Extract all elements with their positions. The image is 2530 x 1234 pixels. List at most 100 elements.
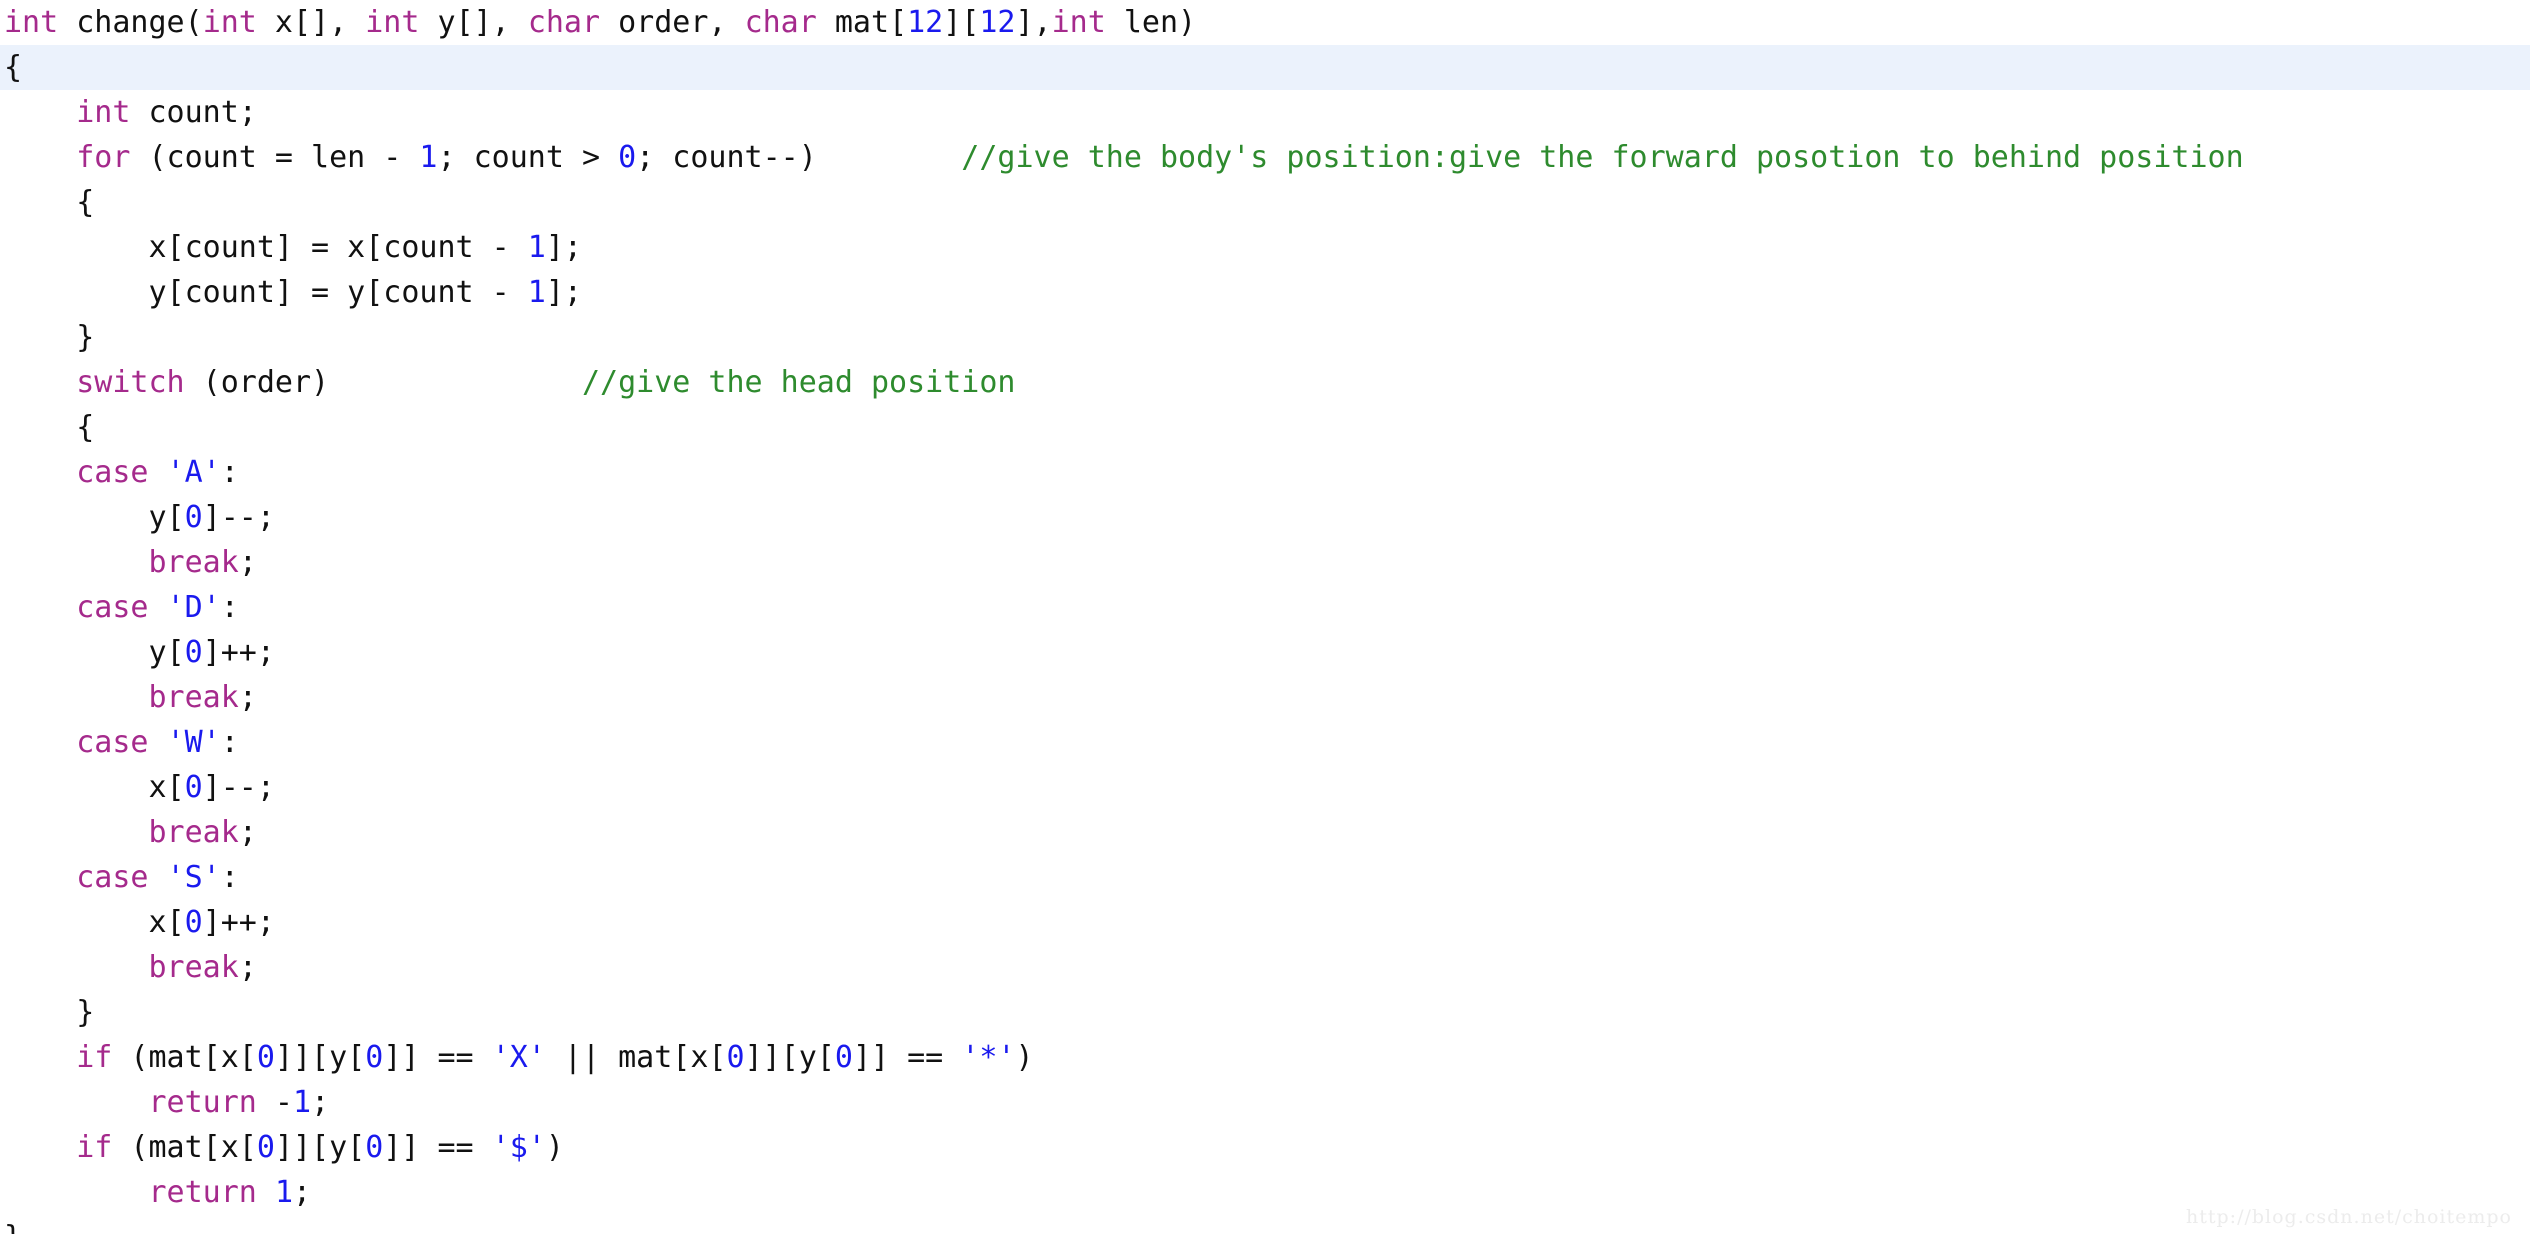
- code-line[interactable]: y[count] = y[count - 1];: [0, 270, 2530, 315]
- code-line[interactable]: }: [0, 1215, 2530, 1234]
- code-token-kw: int: [76, 95, 131, 130]
- code-line[interactable]: if (mat[x[0]][y[0]] == '$'): [0, 1125, 2530, 1170]
- code-token-kw: case: [76, 455, 149, 490]
- code-token-kw: break: [148, 815, 239, 850]
- code-token-pln: ];: [545, 230, 582, 265]
- code-token-pln: {: [4, 50, 23, 85]
- code-token-pln: (mat[x[: [112, 1130, 257, 1165]
- code-token-pln: [149, 455, 167, 490]
- code-line[interactable]: {: [0, 180, 2530, 225]
- code-line[interactable]: x[0]++;: [0, 900, 2530, 945]
- code-token-pln: }: [4, 1220, 22, 1234]
- code-token-pln: ]--;: [202, 500, 275, 535]
- code-token-pln: [4, 725, 76, 760]
- code-token-pln: x[: [4, 770, 185, 805]
- code-line[interactable]: {: [0, 405, 2530, 450]
- code-token-kw: case: [76, 590, 149, 625]
- code-token-pln: ): [1015, 1040, 1034, 1075]
- code-line[interactable]: y[0]--;: [0, 495, 2530, 540]
- code-line[interactable]: case 'S':: [0, 855, 2530, 900]
- code-screenshot: int change(int x[], int y[], char order,…: [0, 0, 2530, 1234]
- code-line[interactable]: x[0]--;: [0, 765, 2530, 810]
- code-token-kw: if: [76, 1130, 113, 1165]
- code-token-pln: :: [220, 590, 239, 625]
- code-line[interactable]: return 1;: [0, 1170, 2530, 1215]
- code-token-pln: (mat[x[: [112, 1040, 257, 1075]
- code-line[interactable]: int count;: [0, 90, 2530, 135]
- code-token-pln: || mat[x[: [545, 1040, 727, 1075]
- code-token-pln: [4, 140, 76, 175]
- code-line[interactable]: case 'W':: [0, 720, 2530, 765]
- code-token-pln: ;: [293, 1175, 312, 1210]
- code-line[interactable]: break;: [0, 945, 2530, 990]
- code-token-pln: x[: [4, 905, 185, 940]
- code-token-pln: y[],: [419, 5, 528, 40]
- code-token-pln: [4, 1085, 149, 1120]
- code-token-cmt: //give the head position: [581, 365, 1016, 400]
- code-token-pln: ;: [238, 815, 257, 850]
- code-token-pln: ]] ==: [383, 1130, 492, 1165]
- code-line[interactable]: switch (order) //give the head position: [0, 360, 2530, 405]
- code-token-pln: x[count] = x[count -: [4, 230, 528, 265]
- code-token-num: 0: [184, 500, 203, 535]
- code-token-pln: [4, 1130, 76, 1165]
- code-token-pln: ;: [238, 545, 257, 580]
- code-token-pln: }: [4, 320, 95, 355]
- code-token-pln: ]][y[: [274, 1040, 366, 1075]
- code-token-num: 0: [256, 1040, 275, 1075]
- code-token-num: 0: [834, 1040, 853, 1075]
- code-token-str: '*': [961, 1040, 1016, 1075]
- code-token-pln: [149, 590, 167, 625]
- code-token-num: 0: [184, 770, 203, 805]
- code-token-pln: ; count--): [636, 140, 962, 175]
- code-token-kw: break: [148, 545, 239, 580]
- code-token-kw: if: [76, 1040, 113, 1075]
- code-token-num: 1: [527, 230, 546, 265]
- code-token-pln: :: [220, 455, 239, 490]
- code-token-pln: x[],: [256, 5, 366, 40]
- code-token-kw: case: [76, 725, 149, 760]
- code-token-pln: order,: [600, 5, 745, 40]
- code-token-pln: [4, 545, 149, 580]
- code-line[interactable]: }: [0, 990, 2530, 1035]
- code-token-str: 'X': [491, 1040, 546, 1075]
- code-token-pln: ]--;: [202, 770, 275, 805]
- code-line[interactable]: break;: [0, 540, 2530, 585]
- code-token-pln: [4, 680, 149, 715]
- code-token-kw: char: [527, 5, 601, 40]
- watermark-text: http://blog.csdn.net/choitempo: [2186, 1206, 2512, 1228]
- code-line[interactable]: {: [0, 45, 2530, 90]
- code-line[interactable]: int change(int x[], int y[], char order,…: [0, 0, 2530, 45]
- code-token-num: 1: [419, 140, 438, 175]
- code-token-str: 'W': [166, 725, 221, 760]
- code-line[interactable]: for (count = len - 1; count > 0; count--…: [0, 135, 2530, 180]
- code-token-pln: {: [4, 185, 95, 220]
- code-token-kw: return: [148, 1175, 257, 1210]
- code-line[interactable]: }: [0, 315, 2530, 360]
- code-token-pln: y[: [4, 500, 185, 535]
- code-line[interactable]: case 'A':: [0, 450, 2530, 495]
- code-token-pln: change(: [58, 5, 203, 40]
- code-token-pln: {: [4, 410, 95, 445]
- code-token-pln: ][: [943, 5, 980, 40]
- code-token-kw: switch: [76, 365, 185, 400]
- code-line[interactable]: y[0]++;: [0, 630, 2530, 675]
- code-token-num: 0: [365, 1040, 384, 1075]
- code-token-pln: len): [1105, 5, 1197, 40]
- code-line[interactable]: case 'D':: [0, 585, 2530, 630]
- code-token-num: 12: [979, 5, 1016, 40]
- code-line[interactable]: return -1;: [0, 1080, 2530, 1125]
- code-listing[interactable]: int change(int x[], int y[], char order,…: [0, 0, 2530, 1234]
- code-token-str: 'A': [166, 455, 221, 490]
- code-token-pln: ;: [238, 950, 257, 985]
- code-token-num: 0: [184, 905, 203, 940]
- code-token-pln: ]] ==: [852, 1040, 962, 1075]
- code-token-pln: ];: [545, 275, 582, 310]
- code-line[interactable]: if (mat[x[0]][y[0]] == 'X' || mat[x[0]][…: [0, 1035, 2530, 1080]
- code-token-pln: ]][y[: [274, 1130, 366, 1165]
- code-line[interactable]: x[count] = x[count - 1];: [0, 225, 2530, 270]
- code-line[interactable]: break;: [0, 810, 2530, 855]
- code-token-pln: (count = len -: [130, 140, 420, 175]
- code-token-pln: :: [220, 725, 239, 760]
- code-line[interactable]: break;: [0, 675, 2530, 720]
